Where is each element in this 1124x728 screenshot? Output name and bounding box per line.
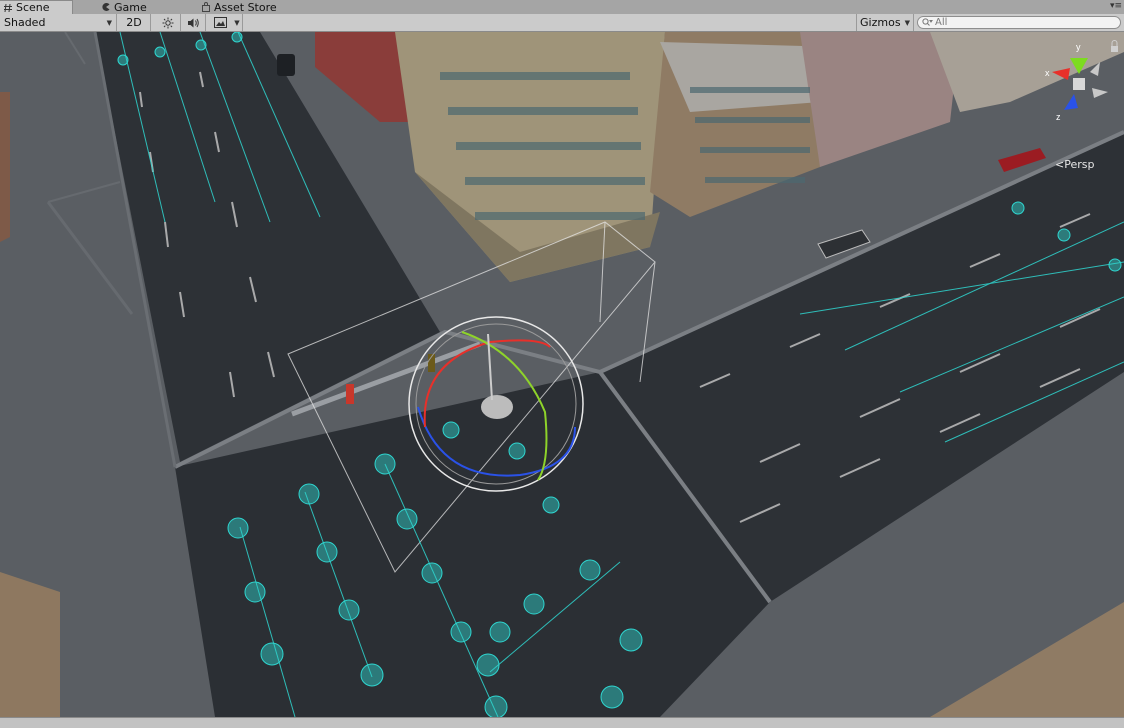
chevron-down-icon: ▼ <box>106 18 112 27</box>
tab-game[interactable]: Game <box>101 0 147 14</box>
axis-z-label: z <box>1056 112 1061 122</box>
chevron-left-icon: < <box>1055 158 1065 171</box>
car-dark <box>277 54 295 76</box>
gizmos-dropdown[interactable]: Gizmos ▼ <box>856 14 914 31</box>
projection-toggle[interactable]: <Persp <box>1055 158 1094 171</box>
store-bag-icon <box>202 2 210 12</box>
search-placeholder: All <box>935 17 948 28</box>
projection-label: Persp <box>1064 158 1095 171</box>
speaker-icon <box>187 18 199 27</box>
pacman-icon <box>102 3 110 11</box>
bottom-edge <box>0 717 1124 728</box>
scene-viewport[interactable]: y x z <Persp <box>0 32 1124 717</box>
axis-x-label: x <box>1045 68 1050 78</box>
tab-asset-store[interactable]: Asset Store <box>201 0 277 14</box>
search-icon <box>922 18 933 26</box>
sun-icon <box>162 17 174 28</box>
audio-toggle[interactable] <box>181 14 206 31</box>
image-icon <box>213 17 227 28</box>
gizmos-label: Gizmos <box>860 16 901 29</box>
scene-render: y x z <box>0 32 1124 717</box>
effects-dropdown[interactable]: ▼ <box>232 14 243 31</box>
effects-toggle[interactable] <box>208 14 232 31</box>
mode-2d-toggle[interactable]: 2D <box>118 14 151 31</box>
tab-scene[interactable]: Scene <box>0 0 73 14</box>
axis-center-cube[interactable] <box>1073 78 1085 90</box>
search-input[interactable]: All <box>917 16 1121 29</box>
tab-bar: Scene Game Asset Store ▾≡ <box>0 0 1124 15</box>
tab-options-icon[interactable]: ▾≡ <box>1110 1 1122 11</box>
axis-y-label: y <box>1076 42 1081 52</box>
shading-mode-dropdown[interactable]: Shaded ▼ <box>0 14 117 31</box>
tab-label: Scene <box>16 1 50 14</box>
chevron-down-icon: ▼ <box>234 18 240 27</box>
scene-toolbar: Shaded ▼ 2D ▼ Gizmos ▼ All <box>0 14 1124 32</box>
tab-label: Game <box>114 0 147 14</box>
tab-label: Asset Store <box>214 0 277 14</box>
hash-icon <box>4 3 12 12</box>
mode-2d-label: 2D <box>126 16 142 29</box>
chevron-down-icon: ▼ <box>904 18 910 27</box>
shading-mode-label: Shaded <box>4 16 46 29</box>
building-left-bottom <box>0 572 60 717</box>
lighting-toggle[interactable] <box>156 14 181 31</box>
